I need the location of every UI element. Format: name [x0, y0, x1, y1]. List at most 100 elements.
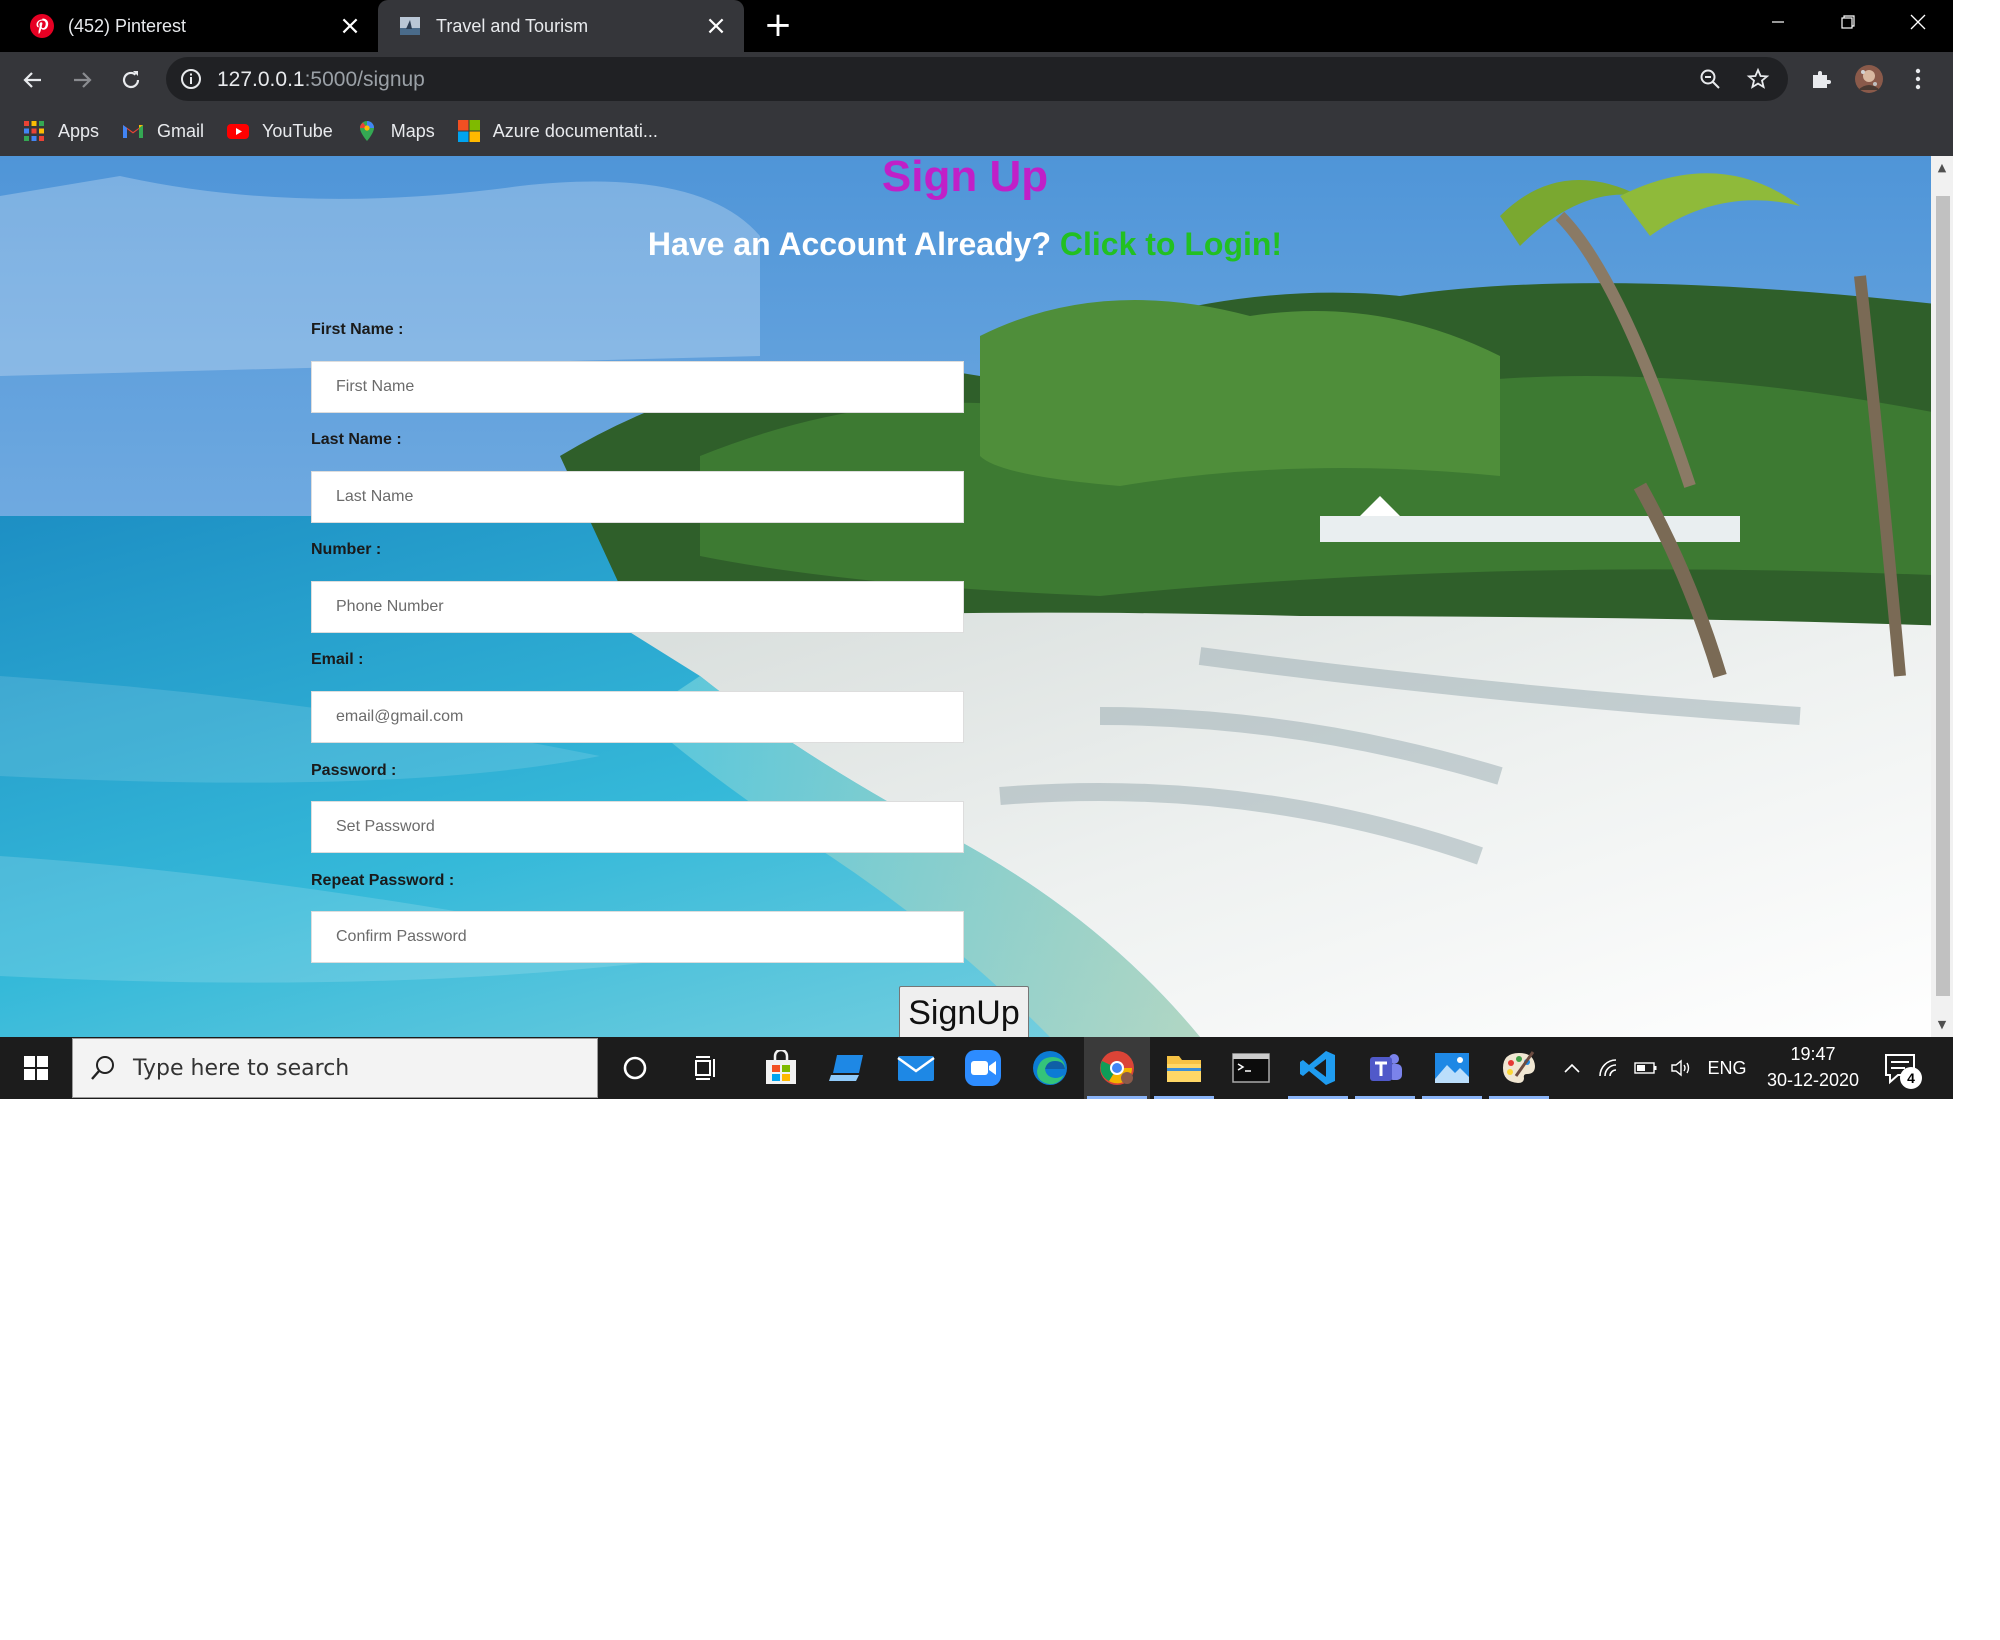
zoom-icon[interactable] [1698, 67, 1722, 91]
profile-avatar[interactable] [1854, 64, 1884, 94]
label-suffix: : [353, 651, 364, 668]
search-placeholder: Type here to search [133, 1055, 350, 1081]
first-name-label: First Name : [311, 321, 403, 339]
language-indicator[interactable]: ENG [1702, 1037, 1752, 1099]
label-suffix: : [391, 431, 402, 448]
wifi-icon[interactable] [1593, 1037, 1625, 1099]
close-tab-icon[interactable]: × [702, 11, 730, 41]
running-app-indicator [1489, 1096, 1549, 1099]
bookmark-label: YouTube [262, 120, 333, 141]
browser-toolbar: 127.0.0.1:5000/signup [0, 52, 1953, 106]
clock[interactable]: 19:47 30-12-2020 [1758, 1041, 1868, 1093]
site-icon [400, 17, 420, 35]
restore-icon[interactable] [1813, 0, 1883, 44]
laptop-app-icon[interactable] [815, 1037, 881, 1099]
new-tab-button[interactable]: + [760, 8, 796, 44]
phone-number-input[interactable] [311, 581, 964, 633]
url-text[interactable]: 127.0.0.1:5000/signup [217, 68, 425, 92]
microsoft-icon [457, 120, 480, 142]
number-label: Number : [311, 541, 381, 559]
url-path: :5000/signup [304, 68, 425, 91]
mail-icon[interactable] [883, 1037, 949, 1099]
bookmarks-bar: Apps Gmail YouTube Maps Azure documentat… [0, 106, 1953, 156]
bookmark-youtube[interactable]: YouTube [226, 119, 333, 143]
back-arrow-icon[interactable] [15, 62, 51, 98]
microsoft-store-icon[interactable] [748, 1037, 814, 1099]
windows-taskbar: Type here to search ENG 19:47 30-12-2020… [0, 1037, 1953, 1099]
close-window-icon[interactable] [1883, 0, 1953, 44]
chrome-browser-icon[interactable] [1084, 1037, 1150, 1099]
volume-icon[interactable] [1666, 1037, 1698, 1099]
maps-icon [359, 121, 374, 141]
label-text: Number [311, 541, 372, 558]
login-prompt-text: Have an Account Already? [647, 226, 1060, 262]
bookmark-maps[interactable]: Maps [355, 119, 435, 143]
login-link[interactable]: Click to Login! [1060, 226, 1282, 262]
running-app-indicator [1288, 1096, 1348, 1099]
apps-grid-icon [24, 121, 44, 141]
bookmark-label: Azure documentati... [492, 120, 658, 141]
scroll-up-arrow-icon[interactable]: ▲ [1936, 162, 1948, 174]
page-viewport: Sign Up Have an Account Already? Click t… [0, 156, 1953, 1037]
label-suffix: : [386, 762, 397, 779]
tab-pinterest[interactable]: (452) Pinterest × [0, 0, 378, 52]
signup-button[interactable]: SignUp [899, 986, 1029, 1037]
tab-travel-and-tourism[interactable]: Travel and Tourism × [378, 0, 744, 52]
minimize-icon[interactable] [1743, 0, 1813, 44]
first-name-input[interactable] [311, 361, 964, 413]
edge-browser-icon[interactable] [1017, 1037, 1083, 1099]
menu-kebab-icon[interactable] [1903, 64, 1933, 94]
scroll-down-arrow-icon[interactable]: ▼ [1936, 1019, 1948, 1031]
label-suffix: : [371, 541, 382, 558]
photos-icon[interactable] [1419, 1037, 1485, 1099]
teams-icon[interactable] [1352, 1037, 1418, 1099]
vscode-icon[interactable] [1285, 1037, 1351, 1099]
zoom-app-icon[interactable] [950, 1037, 1016, 1099]
extensions-puzzle-icon[interactable] [1806, 64, 1836, 94]
bookmark-azure-documentation[interactable]: Azure documentati... [457, 119, 658, 143]
file-explorer-icon[interactable] [1151, 1037, 1217, 1099]
running-app-indicator [1355, 1096, 1415, 1099]
paint-icon[interactable] [1486, 1037, 1552, 1099]
email-input[interactable] [311, 691, 964, 743]
notification-count-badge: 4 [1900, 1067, 1922, 1089]
tab-title: Travel and Tourism [436, 15, 589, 36]
taskbar-search-box[interactable]: Type here to search [72, 1038, 598, 1098]
star-icon[interactable] [1746, 67, 1770, 91]
running-app-indicator [1422, 1096, 1482, 1099]
show-hidden-icons-chevron-icon[interactable] [1556, 1037, 1588, 1099]
close-tab-icon[interactable]: × [336, 11, 364, 41]
forward-arrow-icon[interactable] [64, 62, 100, 98]
clock-time: 19:47 [1790, 1044, 1836, 1064]
pinterest-icon [30, 14, 54, 38]
terminal-icon[interactable] [1218, 1037, 1284, 1099]
bookmark-label: Maps [390, 120, 435, 141]
battery-icon[interactable] [1630, 1037, 1662, 1099]
repeat-password-label: Repeat Password : [311, 872, 454, 890]
running-app-indicator [1154, 1096, 1214, 1099]
bookmark-label: Gmail [157, 120, 205, 141]
cortana-icon[interactable] [602, 1037, 668, 1099]
page-title: Sign Up [881, 156, 1049, 201]
address-bar[interactable]: 127.0.0.1:5000/signup [166, 57, 1788, 101]
login-prompt: Have an Account Already? Click to Login! [0, 226, 1930, 263]
bookmark-gmail[interactable]: Gmail [121, 119, 204, 143]
scroll-thumb[interactable] [1936, 196, 1950, 996]
screen: (452) Pinterest × Travel and Tourism × + [0, 0, 1953, 1099]
task-view-icon[interactable] [674, 1037, 740, 1099]
bookmark-apps[interactable]: Apps [22, 119, 99, 143]
last-name-input[interactable] [311, 471, 964, 523]
label-suffix: : [393, 321, 404, 338]
tab-strip: (452) Pinterest × Travel and Tourism × + [0, 0, 1953, 52]
vertical-scrollbar[interactable]: ▲ ▼ [1931, 156, 1953, 1037]
confirm-password-input[interactable] [311, 911, 964, 963]
label-text: Password [311, 762, 387, 779]
youtube-icon [227, 124, 250, 139]
password-label: Password : [311, 762, 396, 780]
label-text: First Name [311, 321, 394, 338]
reload-icon[interactable] [113, 62, 149, 98]
windows-start-icon[interactable] [0, 1037, 72, 1099]
email-label: Email : [311, 651, 363, 669]
password-input[interactable] [311, 801, 964, 853]
info-icon[interactable] [180, 68, 202, 90]
